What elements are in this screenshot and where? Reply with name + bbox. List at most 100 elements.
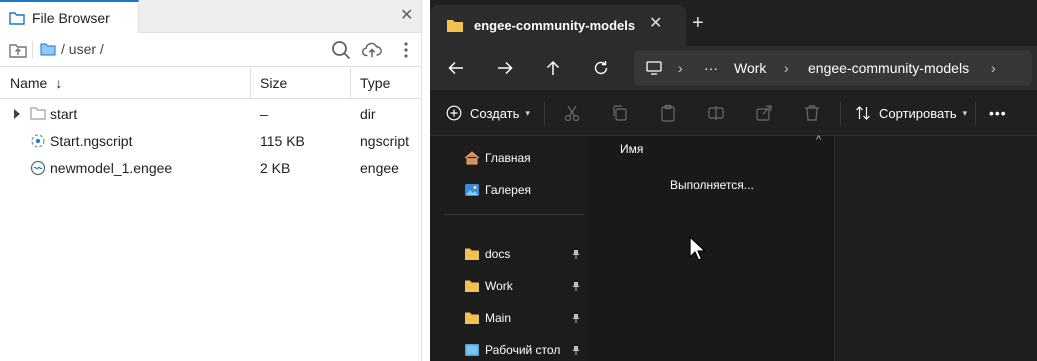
chevron-right-icon[interactable]: › <box>784 50 789 86</box>
sort-arrow-icon: ↓ <box>55 75 63 91</box>
sidebar-item-label: Главная <box>485 151 531 165</box>
file-row[interactable]: newmodel_1.engee 2 KB engee <box>0 154 422 181</box>
command-bar: Создать ▾ Сортировать ▾ ••• <box>430 90 1037 136</box>
plus-circle-icon <box>446 105 462 121</box>
rename-icon[interactable] <box>707 90 725 136</box>
file-browser-tabbar: File Browser ✕ <box>0 0 422 33</box>
column-size-label: Size <box>260 75 288 91</box>
pin-icon[interactable] <box>571 249 581 259</box>
delete-icon[interactable] <box>804 90 820 136</box>
navigation-pane: Главная Галерея docs Work Main Рабочий с… <box>430 136 590 361</box>
sidebar-item-label: Рабочий стол <box>485 343 561 357</box>
pin-icon[interactable] <box>571 345 581 355</box>
back-icon[interactable] <box>444 56 468 80</box>
breadcrumb-more[interactable]: ··· <box>704 50 718 86</box>
pin-icon[interactable] <box>571 281 581 291</box>
column-header-size[interactable]: Size <box>260 67 287 99</box>
computer-icon[interactable] <box>646 50 662 86</box>
engee-file-icon <box>30 154 46 181</box>
explorer-window: engee-community-models ✕ + › ··· Work › … <box>430 0 1037 361</box>
address-bar[interactable]: › ··· Work › engee-community-models › <box>634 50 1032 86</box>
chevron-down-icon: ▾ <box>525 107 530 118</box>
cut-icon[interactable] <box>563 90 581 136</box>
file-type: engee <box>360 159 399 176</box>
file-size: – <box>260 105 268 122</box>
close-icon[interactable]: ✕ <box>400 8 413 24</box>
file-size: 2 KB <box>260 159 291 176</box>
breadcrumb-current[interactable]: engee-community-models <box>808 50 969 86</box>
sidebar-item-docs[interactable]: docs <box>430 238 590 270</box>
chevron-right-icon[interactable]: › <box>991 50 996 86</box>
column-type-label: Type <box>360 75 391 91</box>
file-row[interactable]: Start.ngscript 115 KB ngscript <box>0 127 422 154</box>
explorer-navbar: › ··· Work › engee-community-models › <box>430 46 1037 90</box>
search-icon[interactable] <box>331 40 351 60</box>
script-file-icon <box>30 127 46 154</box>
share-icon[interactable] <box>755 90 773 136</box>
mouse-cursor-icon <box>689 236 706 261</box>
gallery-icon <box>465 184 479 196</box>
pin-icon[interactable] <box>571 313 581 323</box>
column-divider <box>350 67 351 99</box>
column-header-name[interactable]: Name ↓ <box>10 67 62 99</box>
more-options-icon[interactable]: ••• <box>989 90 1007 136</box>
folder-icon <box>40 43 56 56</box>
sort-icon <box>856 106 870 120</box>
sidebar-item-work[interactable]: Work <box>430 270 590 302</box>
file-type: dir <box>360 105 376 122</box>
sort-button-label: Сортировать <box>879 105 957 121</box>
up-icon[interactable] <box>541 56 565 80</box>
copy-icon[interactable] <box>611 90 629 136</box>
folder-icon <box>30 100 46 127</box>
chevron-down-icon: ▾ <box>962 107 968 118</box>
chevron-right-icon[interactable]: › <box>678 50 683 86</box>
folder-icon <box>447 20 463 32</box>
paste-icon[interactable] <box>659 90 677 136</box>
folder-icon <box>465 312 479 324</box>
tab-file-browser[interactable]: File Browser <box>0 0 139 33</box>
breadcrumb[interactable]: / user / <box>40 41 104 57</box>
sidebar-item-label: Work <box>485 279 513 293</box>
column-header-type[interactable]: Type <box>360 67 390 99</box>
sidebar-item-home[interactable]: Главная <box>430 142 590 174</box>
command-divider <box>975 102 976 126</box>
file-list-area[interactable]: Имя ^ Выполняется... <box>590 134 834 361</box>
tab-engee-community-models[interactable]: engee-community-models <box>430 5 686 46</box>
tab-label: File Browser <box>32 9 110 26</box>
expand-caret-icon[interactable] <box>13 100 21 127</box>
sidebar-item-desktop[interactable]: Рабочий стол <box>430 334 590 361</box>
folder-icon <box>465 280 479 292</box>
tab-label: engee-community-models <box>474 18 636 33</box>
command-divider <box>840 102 841 126</box>
file-name: start <box>50 105 78 122</box>
file-browser-panel: File Browser ✕ / user / Name ↓ Size Type… <box>0 0 422 361</box>
sidebar-item-label: Main <box>485 311 512 325</box>
chevron-up-icon[interactable]: ^ <box>816 134 821 146</box>
file-browser-toolbar: / user / <box>0 33 422 67</box>
sidebar-item-gallery[interactable]: Галерея <box>430 174 590 206</box>
file-name: Start.ngscript <box>50 132 133 149</box>
breadcrumb-path: / user / <box>61 41 104 57</box>
details-pane <box>834 136 1037 361</box>
sidebar-divider <box>444 214 584 215</box>
sidebar-item-main[interactable]: Main <box>430 302 590 334</box>
folder-icon <box>465 248 479 260</box>
file-list-header: Name ↓ Size Type <box>0 67 422 99</box>
column-header-name[interactable]: Имя <box>620 142 643 156</box>
column-divider <box>250 67 251 99</box>
close-tab-icon[interactable]: ✕ <box>649 13 662 33</box>
file-type: ngscript <box>360 132 410 149</box>
more-vertical-icon[interactable] <box>396 40 416 60</box>
refresh-icon[interactable] <box>589 56 613 80</box>
upload-icon[interactable] <box>362 40 382 60</box>
new-button[interactable]: Создать ▾ <box>446 90 530 136</box>
forward-icon[interactable] <box>493 56 517 80</box>
breadcrumb-work[interactable]: Work <box>734 50 766 86</box>
toolbar-divider <box>32 41 33 59</box>
file-name: newmodel_1.engee <box>50 159 173 176</box>
file-row[interactable]: start – dir <box>0 100 422 127</box>
desktop-icon <box>465 344 479 356</box>
sort-button[interactable]: Сортировать ▾ <box>855 90 967 136</box>
new-tab-icon[interactable]: + <box>692 12 704 35</box>
go-to-parent-icon[interactable] <box>8 40 28 60</box>
